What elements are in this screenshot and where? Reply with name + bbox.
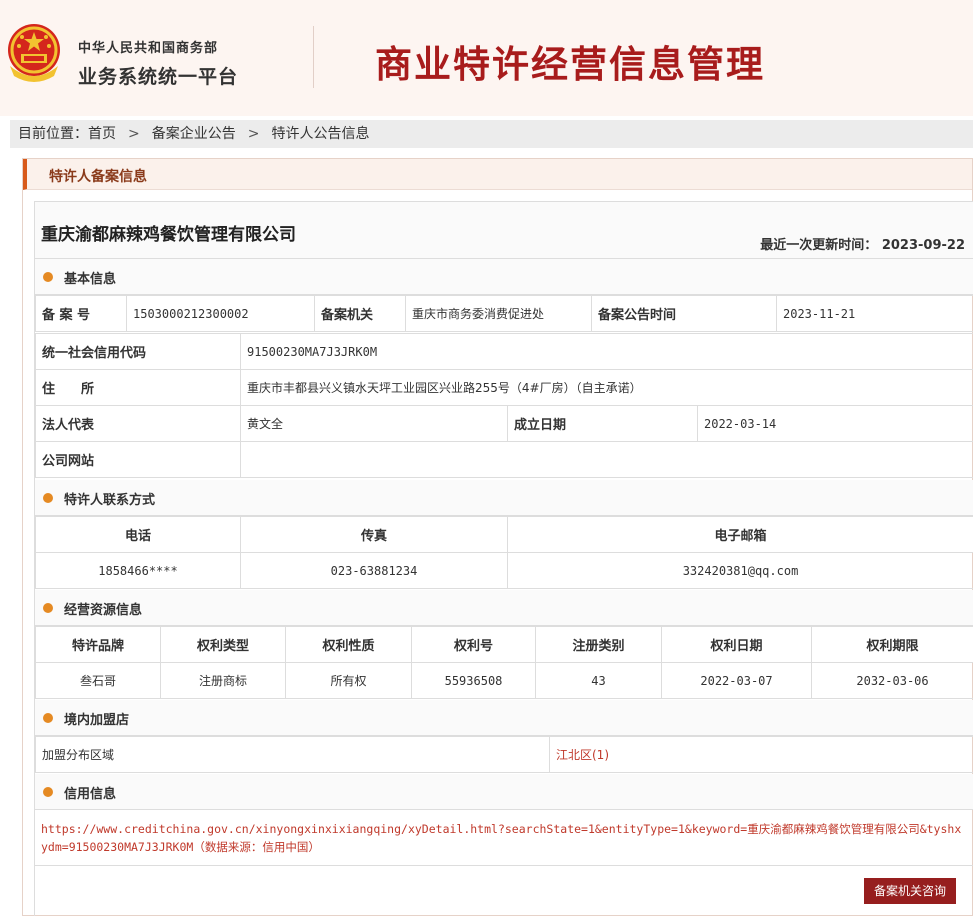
notice-time-label: 备案公告时间 [591, 295, 777, 332]
address-label: 住 所 [35, 369, 241, 406]
table-header-row: 特许品牌 权利类型 权利性质 权利号 注册类别 权利日期 权利期限 [35, 626, 973, 663]
column-header: 权利号 [411, 626, 536, 663]
column-header: 权利类型 [160, 626, 286, 663]
table-row: 备 案 号 1503000212300002 备案机关 重庆市商务委消费促进处 … [35, 295, 973, 332]
legal-rep-label: 法人代表 [35, 405, 241, 442]
founded-label: 成立日期 [507, 405, 698, 442]
table-cell: 2032-03-06 [811, 662, 973, 699]
stores-table: 加盟分布区域 江北区(1) [35, 736, 973, 773]
breadcrumb: 目前位置：首页 > 备案企业公告 > 特许人公告信息 [10, 120, 973, 148]
breadcrumb-announcements[interactable]: 备案企业公告 [152, 120, 236, 148]
last-updated: 最近一次更新时间： 2023-09-22 [760, 234, 965, 253]
resources-table: 特许品牌 权利类型 权利性质 权利号 注册类别 权利日期 权利期限 叁石哥 注册… [35, 626, 973, 699]
header-divider [313, 26, 314, 88]
email-value: 332420381@qq.com [507, 552, 973, 589]
section-credit: 信用信息 [35, 774, 973, 810]
record-no-label: 备 案 号 [35, 295, 127, 332]
section-title: 信用信息 [64, 787, 117, 802]
table-cell: 55936508 [411, 662, 536, 699]
table-row: 叁石哥 注册商标 所有权 55936508 43 2022-03-07 2032… [35, 662, 973, 699]
stores-region-link[interactable]: 江北区(1) [549, 736, 973, 773]
basic-table-2: 统一社会信用代码 91500230MA7J3JRK0M 住 所 重庆市丰都县兴义… [35, 333, 973, 478]
breadcrumb-separator: > [247, 126, 260, 142]
credit-china-link[interactable]: https://www.creditchina.gov.cn/xinyongxi… [41, 820, 967, 856]
franchisor-panel: 特许人备案信息 重庆渝都麻辣鸡餐饮管理有限公司 最近一次更新时间： 2023-0… [22, 158, 973, 916]
consult-authority-button[interactable]: 备案机关咨询 [864, 878, 956, 904]
column-header: 权利性质 [285, 626, 412, 663]
column-header: 注册类别 [535, 626, 662, 663]
bullet-icon [43, 603, 53, 613]
last-updated-label: 最近一次更新时间： [760, 238, 878, 253]
section-title: 境内加盟店 [64, 713, 130, 728]
last-updated-value: 2023-09-22 [881, 238, 965, 253]
column-header: 权利期限 [811, 626, 973, 663]
breadcrumb-current: 特许人公告信息 [271, 126, 370, 142]
bullet-icon [43, 272, 53, 282]
company-name: 重庆渝都麻辣鸡餐饮管理有限公司 [41, 225, 296, 245]
section-title: 基本信息 [64, 272, 117, 287]
fax-value: 023-63881234 [240, 552, 508, 589]
website-label: 公司网站 [35, 441, 241, 478]
table-row: 住 所 重庆市丰都县兴义镇水天坪工业园区兴业路255号（4#厂房）（自主承诺） [35, 369, 973, 406]
bullet-icon [43, 493, 53, 503]
table-cell: 2022-03-07 [661, 662, 812, 699]
national-emblem-icon [8, 24, 60, 82]
section-contact: 特许人联系方式 [35, 480, 973, 516]
table-row: 1858466**** 023-63881234 332420381@qq.co… [35, 552, 973, 589]
column-header: 电话 [35, 516, 241, 553]
ministry-name: 中华人民共和国商务部 [78, 41, 219, 56]
table-row: 法人代表 黄文全 成立日期 2022-03-14 [35, 405, 973, 442]
section-title: 特许人联系方式 [64, 493, 156, 508]
breadcrumb-prefix: 目前位置： [18, 126, 88, 142]
credit-box: https://www.creditchina.gov.cn/xinyongxi… [35, 810, 973, 866]
bullet-icon [43, 713, 53, 723]
table-cell: 43 [535, 662, 662, 699]
website-value[interactable] [239, 441, 973, 478]
table-cell: 注册商标 [160, 662, 286, 699]
column-header: 传真 [240, 516, 508, 553]
founded-value: 2022-03-14 [696, 405, 973, 442]
section-resources: 经营资源信息 [35, 590, 973, 626]
panel-title: 特许人备案信息 [49, 169, 147, 185]
credit-code-label: 统一社会信用代码 [35, 333, 241, 370]
stores-label: 加盟分布区域 [35, 736, 550, 773]
contact-table: 电话 传真 电子邮箱 1858466**** 023-63881234 3324… [35, 516, 973, 589]
credit-code-value: 91500230MA7J3JRK0M [239, 333, 973, 370]
table-row: 公司网站 [35, 441, 973, 478]
phone-value: 1858466**** [35, 552, 241, 589]
page-title: 商业特许经营信息管理 [375, 43, 765, 86]
record-no-value: 1503000212300002 [126, 295, 315, 332]
table-row: 加盟分布区域 江北区(1) [35, 736, 973, 773]
record-detail: 重庆渝都麻辣鸡餐饮管理有限公司 最近一次更新时间： 2023-09-22 基本信… [34, 201, 973, 916]
table-cell: 所有权 [285, 662, 412, 699]
table-header-row: 电话 传真 电子邮箱 [35, 516, 973, 553]
column-header: 电子邮箱 [507, 516, 973, 553]
address-value: 重庆市丰都县兴义镇水天坪工业园区兴业路255号（4#厂房）（自主承诺） [239, 369, 973, 406]
panel-header: 特许人备案信息 [23, 159, 972, 190]
breadcrumb-home[interactable]: 首页 [88, 120, 116, 148]
authority-value: 重庆市商务委消费促进处 [405, 295, 592, 332]
column-header: 权利日期 [661, 626, 812, 663]
legal-rep-value: 黄文全 [240, 405, 508, 442]
company-row: 重庆渝都麻辣鸡餐饮管理有限公司 最近一次更新时间： 2023-09-22 [35, 202, 973, 259]
section-basic: 基本信息 [35, 259, 973, 295]
notice-time-value: 2023-11-21 [776, 295, 973, 332]
table-row: 统一社会信用代码 91500230MA7J3JRK0M [35, 333, 973, 370]
bullet-icon [43, 787, 53, 797]
breadcrumb-separator: > [128, 126, 140, 142]
section-stores: 境内加盟店 [35, 700, 973, 736]
basic-table-1: 备 案 号 1503000212300002 备案机关 重庆市商务委消费促进处 … [35, 295, 973, 332]
authority-label: 备案机关 [314, 295, 406, 332]
page-header: 中华人民共和国商务部 业务系统统一平台 商业特许经营信息管理 [0, 0, 973, 116]
section-title: 经营资源信息 [64, 603, 143, 618]
platform-name: 业务系统统一平台 [78, 66, 239, 88]
column-header: 特许品牌 [35, 626, 161, 663]
table-cell: 叁石哥 [35, 662, 161, 699]
